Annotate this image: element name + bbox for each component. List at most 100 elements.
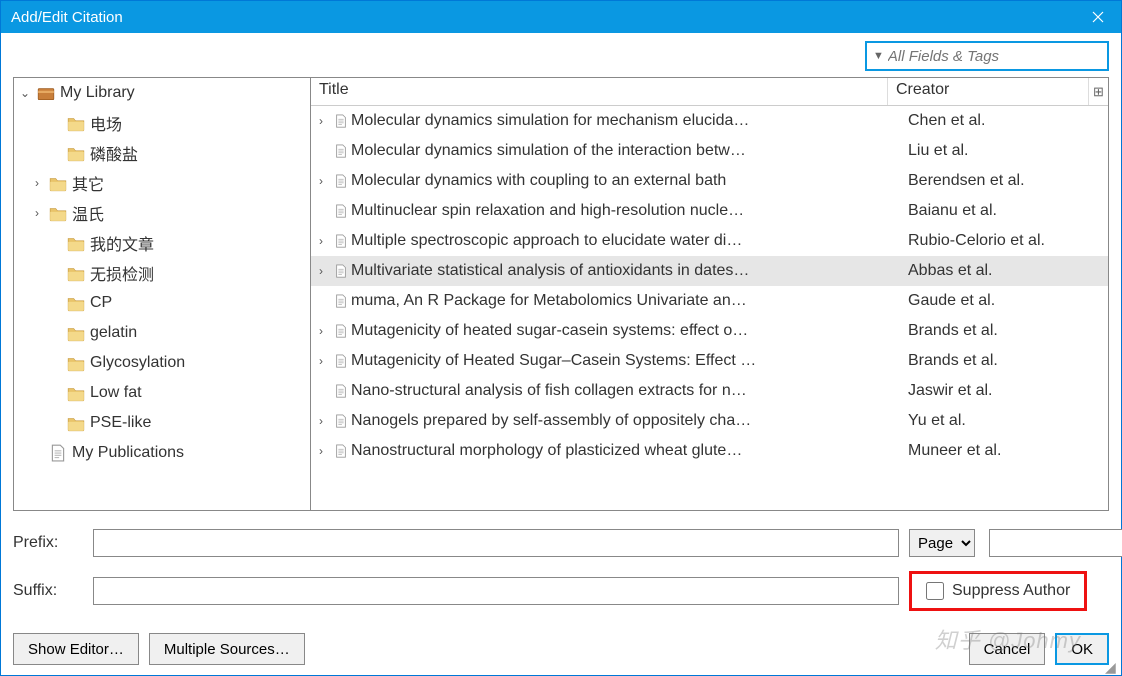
search-input[interactable] bbox=[888, 48, 1101, 65]
row-creator: Jaswir et al. bbox=[908, 382, 1108, 400]
folder-icon bbox=[67, 324, 85, 342]
list-row[interactable]: › Nanostructural morphology of plasticize… bbox=[311, 436, 1108, 466]
column-title[interactable]: Title bbox=[311, 78, 888, 105]
column-creator[interactable]: Creator bbox=[888, 78, 1088, 105]
tree-item[interactable]: › 其它 bbox=[14, 168, 310, 198]
twisty-icon[interactable]: › bbox=[30, 176, 44, 190]
row-creator: Chen et al. bbox=[908, 112, 1108, 130]
document-icon bbox=[331, 323, 351, 339]
locator-type-select[interactable]: Page bbox=[909, 529, 975, 557]
suffix-label: Suffix: bbox=[13, 582, 83, 600]
suppress-author-group: Suppress Author bbox=[909, 571, 1087, 611]
list-row[interactable]: ›Molecular dynamics with coupling to an … bbox=[311, 166, 1108, 196]
tree-item[interactable]: PSE-like bbox=[14, 408, 310, 438]
prefix-input[interactable] bbox=[93, 529, 899, 557]
twisty-icon[interactable]: › bbox=[311, 444, 331, 458]
folder-icon bbox=[49, 204, 67, 222]
search-field[interactable]: ▼ bbox=[865, 41, 1109, 71]
tree-item[interactable]: ›温氏 bbox=[14, 198, 310, 228]
tree-item[interactable]: ⌄ My Library bbox=[14, 78, 310, 108]
folder-icon bbox=[67, 354, 85, 372]
twisty-icon[interactable]: › bbox=[311, 174, 331, 188]
row-creator: Brands et al. bbox=[908, 352, 1108, 370]
multiple-sources-button[interactable]: Multiple Sources… bbox=[149, 633, 305, 665]
dropdown-arrow-icon[interactable]: ▼ bbox=[873, 50, 884, 62]
row-title: muma, An R Package for Metabolomics Univ… bbox=[351, 292, 908, 310]
list-row[interactable]: ›Multivariate statistical analysis of an… bbox=[311, 256, 1108, 286]
twisty-icon[interactable]: ⌄ bbox=[18, 86, 32, 100]
tree-item-label: Glycosylation bbox=[90, 354, 185, 372]
tree-item[interactable]: gelatin bbox=[14, 318, 310, 348]
document-icon bbox=[331, 203, 351, 219]
folder-icon bbox=[67, 294, 85, 312]
suffix-input[interactable] bbox=[93, 577, 899, 605]
tree-item-label: 我的文章 bbox=[90, 231, 154, 255]
row-creator: Liu et al. bbox=[908, 142, 1108, 160]
tree-item-label: My Library bbox=[60, 84, 135, 102]
reference-list: Title Creator ⊞ ›Molecular dynamics simu… bbox=[311, 77, 1109, 511]
tree-item[interactable]: Glycosylation bbox=[14, 348, 310, 378]
library-icon bbox=[37, 84, 55, 102]
twisty-icon[interactable]: › bbox=[311, 414, 331, 428]
list-row[interactable]: Multinuclear spin relaxation and high-re… bbox=[311, 196, 1108, 226]
tree-item-label: 磷酸盐 bbox=[90, 141, 138, 165]
twisty-icon[interactable]: › bbox=[311, 354, 331, 368]
twisty-icon[interactable]: › bbox=[311, 324, 331, 338]
tree-item[interactable]: 我的文章 bbox=[14, 228, 310, 258]
tree-item-label: 其它 bbox=[72, 171, 104, 195]
tree-item[interactable]: Low fat bbox=[14, 378, 310, 408]
suppress-author-label[interactable]: Suppress Author bbox=[952, 582, 1070, 600]
twisty-icon[interactable]: › bbox=[311, 114, 331, 128]
row-creator: Baianu et al. bbox=[908, 202, 1108, 220]
row-creator: Gaude et al. bbox=[908, 292, 1108, 310]
list-row[interactable]: Nano-structural analysis of fish collage… bbox=[311, 376, 1108, 406]
citation-dialog: Add/Edit Citation ▼ ⌄My Library电场磷酸盐›其它›… bbox=[0, 0, 1122, 676]
doc-icon bbox=[49, 444, 67, 462]
twisty-icon[interactable]: › bbox=[30, 206, 44, 220]
cancel-button[interactable]: Cancel bbox=[969, 633, 1046, 665]
list-row[interactable]: › Mutagenicity of Heated Sugar–Casein Sys… bbox=[311, 346, 1108, 376]
row-title: Nanostructural morphology of plasticized… bbox=[351, 442, 908, 460]
show-editor-button[interactable]: Show Editor… bbox=[13, 633, 139, 665]
list-row[interactable]: › Nanogels prepared by self-assembly of o… bbox=[311, 406, 1108, 436]
close-button[interactable] bbox=[1075, 1, 1121, 33]
suppress-author-checkbox[interactable] bbox=[926, 582, 944, 600]
folder-icon bbox=[67, 384, 85, 402]
document-icon bbox=[331, 113, 351, 129]
document-icon bbox=[331, 413, 351, 429]
tree-item-label: 无损检测 bbox=[90, 261, 154, 285]
tree-item[interactable]: CP bbox=[14, 288, 310, 318]
list-row[interactable]: ›Molecular dynamics simulation for mecha… bbox=[311, 106, 1108, 136]
list-header: Title Creator ⊞ bbox=[311, 78, 1108, 106]
tree-item[interactable]: 磷酸盐 bbox=[14, 138, 310, 168]
row-title: Nano-structural analysis of fish collage… bbox=[351, 382, 908, 400]
row-title: Mutagenicity of Heated Sugar–Casein Syst… bbox=[351, 352, 908, 370]
document-icon bbox=[331, 263, 351, 279]
row-creator: Brands et al. bbox=[908, 322, 1108, 340]
tree-item-label: Low fat bbox=[90, 384, 142, 402]
twisty-icon[interactable]: › bbox=[311, 234, 331, 248]
list-row[interactable]: › Multiple spectroscopic approach to eluc… bbox=[311, 226, 1108, 256]
row-title: Nanogels prepared by self-assembly of op… bbox=[351, 412, 908, 430]
tree-item[interactable]: 电场 bbox=[14, 108, 310, 138]
library-tree[interactable]: ⌄ My Library 电场磷酸盐 › 其它 ›温氏我的文章无损检测 CP gelatin G… bbox=[13, 77, 311, 511]
list-row[interactable]: Molecular dynamics simulation of the int… bbox=[311, 136, 1108, 166]
locator-value-input[interactable] bbox=[989, 529, 1122, 557]
tree-item[interactable]: My Publications bbox=[14, 438, 310, 468]
prefix-label: Prefix: bbox=[13, 534, 83, 552]
document-icon bbox=[331, 293, 351, 309]
tree-item-label: CP bbox=[90, 294, 112, 312]
list-body[interactable]: ›Molecular dynamics simulation for mecha… bbox=[311, 106, 1108, 510]
list-row[interactable]: muma, An R Package for Metabolomics Univ… bbox=[311, 286, 1108, 316]
folder-icon bbox=[67, 144, 85, 162]
column-picker-icon[interactable]: ⊞ bbox=[1088, 78, 1108, 105]
tree-item[interactable]: 无损检测 bbox=[14, 258, 310, 288]
row-creator: Berendsen et al. bbox=[908, 172, 1108, 190]
twisty-icon[interactable]: › bbox=[311, 264, 331, 278]
folder-icon bbox=[67, 264, 85, 282]
list-row[interactable]: ›Mutagenicity of heated sugar-casein sys… bbox=[311, 316, 1108, 346]
ok-button[interactable]: OK bbox=[1055, 633, 1109, 665]
folder-icon bbox=[49, 174, 67, 192]
tree-item-label: PSE-like bbox=[90, 414, 151, 432]
row-title: Multiple spectroscopic approach to eluci… bbox=[351, 232, 908, 250]
